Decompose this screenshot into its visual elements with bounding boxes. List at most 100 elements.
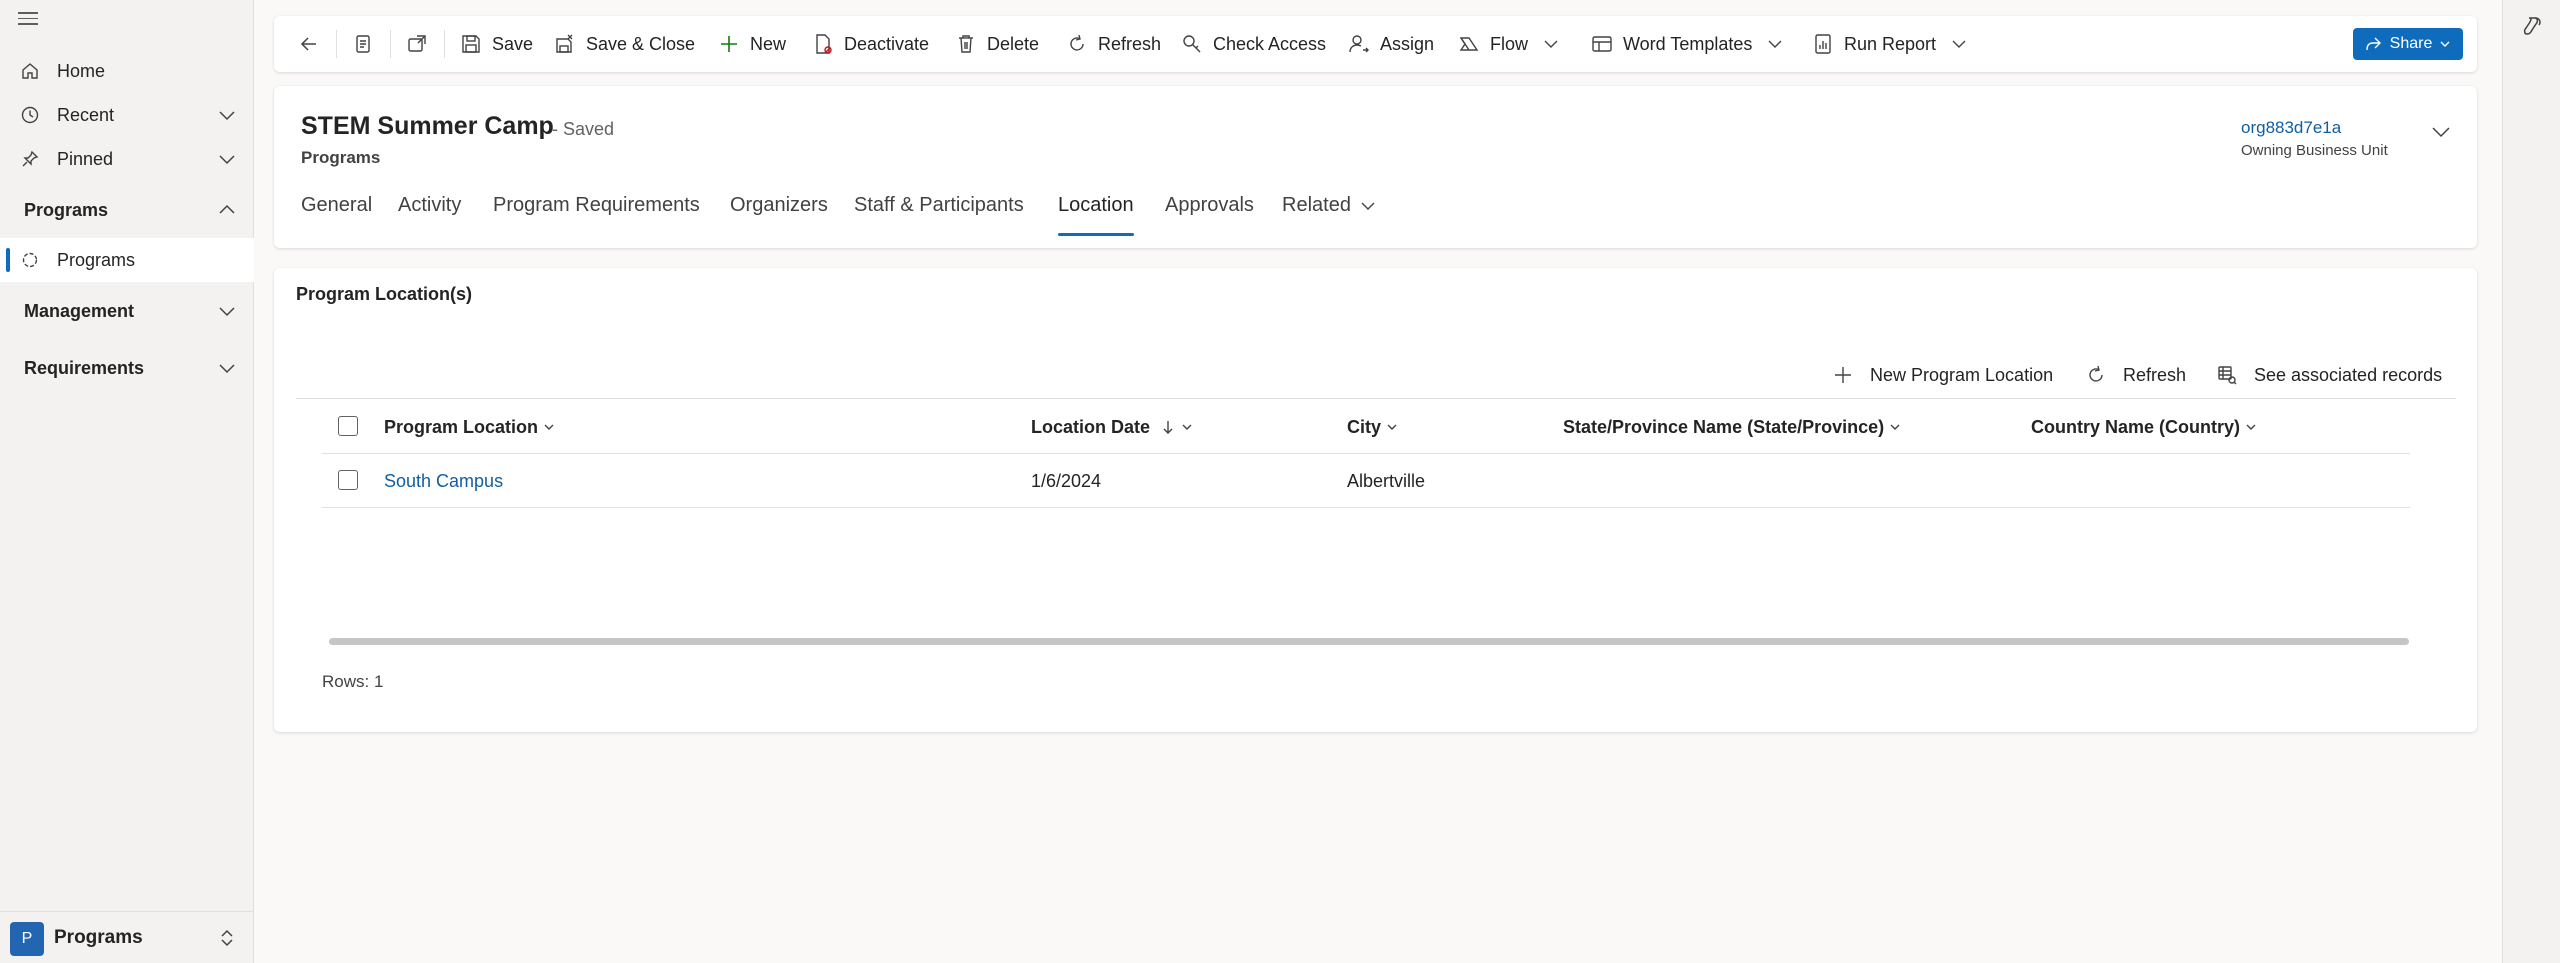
refresh-label: Refresh — [1098, 33, 1162, 54]
assign-label: Assign — [1380, 33, 1435, 54]
flow-button[interactable]: Flow — [1458, 16, 1560, 72]
deactivate-button[interactable]: Deactivate — [812, 16, 929, 72]
program-icon — [20, 250, 40, 270]
tab-related-label: Related — [1282, 194, 1351, 216]
see-associated-records-button[interactable]: See associated records — [2216, 358, 2442, 392]
selected-indicator — [6, 248, 10, 272]
tab-program-requirements[interactable]: Program Requirements — [493, 194, 700, 240]
chevron-down-icon — [1182, 424, 1192, 430]
sidebar-group-label: Management — [24, 300, 135, 321]
tab-related[interactable]: Related — [1282, 194, 1377, 240]
area-label: Programs — [54, 926, 143, 948]
horizontal-scrollbar[interactable] — [329, 638, 2409, 645]
column-header-location-date[interactable]: Location Date — [1031, 400, 1194, 454]
refresh-icon — [2089, 365, 2103, 382]
save-status: - Saved — [552, 119, 615, 139]
save-button[interactable]: Save — [460, 16, 533, 72]
tab-location[interactable]: Location — [1058, 194, 1134, 240]
chevron-updown-icon[interactable] — [216, 927, 238, 949]
sidebar-item-home[interactable]: Home — [0, 49, 254, 93]
new-button[interactable]: New — [718, 16, 786, 72]
record-entity-name: Programs — [301, 148, 381, 167]
save-close-button[interactable]: Save & Close — [554, 16, 695, 72]
delete-button[interactable]: Delete — [955, 16, 1039, 72]
trash-icon — [959, 35, 973, 53]
column-label: Country Name (Country) — [2031, 416, 2241, 437]
associated-records-icon — [2218, 366, 2237, 385]
sidebar-item-pinned[interactable]: Pinned — [0, 137, 254, 181]
form-icon — [356, 35, 370, 53]
tab-approvals[interactable]: Approvals — [1165, 194, 1254, 240]
run-report-button[interactable]: Run Report — [1812, 16, 1968, 72]
share-button[interactable]: Share — [2353, 28, 2463, 60]
column-label: City — [1347, 416, 1382, 437]
sidebar-item-label: Recent — [57, 104, 115, 125]
column-header-country[interactable]: Country Name (Country) — [2031, 400, 2258, 454]
divider — [296, 398, 2456, 399]
check-access-button[interactable]: Check Access — [1181, 16, 1326, 72]
sidebar-group-management[interactable]: Management — [0, 289, 254, 333]
tab-staff-participants[interactable]: Staff & Participants — [854, 194, 1024, 240]
column-label: Program Location — [384, 416, 539, 437]
sitemap-sidebar: Home Recent Pinned Programs Programs Man… — [0, 0, 254, 963]
arrow-left-icon — [300, 37, 316, 51]
refresh-icon — [1070, 34, 1084, 51]
see-associated-records-label: See associated records — [2254, 364, 2443, 385]
new-program-location-button[interactable]: New Program Location — [1832, 358, 2053, 392]
sidebar-item-programs[interactable]: Programs — [0, 238, 254, 282]
open-new-window-button[interactable] — [392, 16, 442, 72]
chevron-up-icon[interactable] — [216, 199, 238, 221]
rows-count: Rows: 1 — [322, 672, 384, 691]
check-access-label: Check Access — [1213, 33, 1327, 54]
divider — [390, 30, 391, 58]
copilot-icon[interactable] — [2521, 14, 2545, 38]
deactivate-label: Deactivate — [844, 33, 930, 54]
chevron-down-icon[interactable] — [216, 148, 238, 170]
sort-descending-icon — [1163, 421, 1173, 434]
program-location-link[interactable]: South Campus — [384, 454, 503, 508]
record-header: STEM Summer Camp - Saved Programs org883… — [274, 86, 2477, 248]
chevron-down-icon — [1361, 202, 1375, 210]
word-templates-button[interactable]: Word Templates — [1591, 16, 1784, 72]
column-header-program-location[interactable]: Program Location — [384, 400, 556, 454]
form-view-button[interactable] — [338, 16, 388, 72]
chevron-down-icon[interactable] — [216, 357, 238, 379]
flow-label: Flow — [1490, 33, 1529, 54]
subgrid-refresh-button[interactable]: Refresh — [2085, 358, 2186, 392]
select-all-checkbox[interactable] — [338, 416, 358, 436]
pin-icon — [20, 149, 40, 169]
column-header-city[interactable]: City — [1347, 400, 1399, 454]
city-cell: Albertville — [1347, 470, 1426, 491]
chevron-down-icon — [544, 424, 554, 430]
area-switcher[interactable]: P Programs — [0, 911, 254, 963]
sidebar-group-label: Requirements — [24, 357, 145, 378]
chevron-down-icon[interactable] — [216, 104, 238, 126]
sidebar-group-label: Programs — [24, 199, 109, 220]
word-template-icon — [1592, 36, 1612, 52]
hamburger-menu-icon[interactable] — [18, 12, 40, 34]
subgrid-refresh-label: Refresh — [2123, 364, 2187, 385]
chevron-down-icon — [1890, 424, 1900, 430]
sidebar-group-requirements[interactable]: Requirements — [0, 346, 254, 390]
tab-organizers[interactable]: Organizers — [730, 194, 828, 240]
refresh-button[interactable]: Refresh — [1066, 16, 1161, 72]
owning-business-unit-link[interactable]: org883d7e1a — [2241, 118, 2341, 138]
sidebar-item-recent[interactable]: Recent — [0, 93, 254, 137]
tab-activity[interactable]: Activity — [398, 194, 461, 240]
save-close-icon — [556, 34, 573, 53]
table-row[interactable]: South Campus 1/6/2024 Albertville — [322, 454, 2410, 508]
home-icon — [20, 61, 40, 81]
share-label: Share — [2389, 35, 2433, 52]
assign-button[interactable]: Assign — [1348, 16, 1434, 72]
chevron-down-icon[interactable] — [2427, 118, 2455, 146]
row-checkbox[interactable] — [338, 470, 358, 490]
sidebar-group-programs[interactable]: Programs — [0, 188, 254, 232]
back-button[interactable] — [284, 16, 334, 72]
chevron-down-icon[interactable] — [216, 300, 238, 322]
save-label: Save — [492, 33, 534, 54]
tab-general[interactable]: General — [301, 194, 372, 240]
delete-label: Delete — [987, 33, 1040, 54]
column-header-state-province[interactable]: State/Province Name (State/Province) — [1563, 400, 1902, 454]
grid-header-row: Program Location Location Date City Stat… — [322, 400, 2410, 454]
plus-icon — [1835, 367, 1851, 383]
